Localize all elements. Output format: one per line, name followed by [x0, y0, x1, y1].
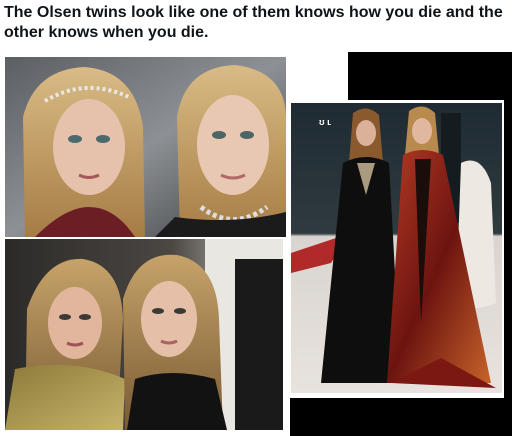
media-black-edge: [504, 52, 512, 436]
post-text: The Olsen twins look like one of them kn…: [4, 4, 503, 41]
closeup-photo[interactable]: [5, 57, 286, 237]
media-black-bar: [348, 52, 512, 100]
full-length-photo-art: ʊ ʟ: [291, 103, 502, 393]
full-length-photo[interactable]: ʊ ʟ: [291, 103, 502, 393]
media-attachment[interactable]: ʊ ʟ: [0, 52, 512, 436]
background-sign-text: ʊ ʟ: [319, 117, 331, 127]
closeup-photo-art: [5, 57, 286, 237]
lower-photo[interactable]: [5, 239, 283, 430]
lower-photo-art: [5, 239, 283, 430]
media-black-bottom: [290, 398, 512, 436]
